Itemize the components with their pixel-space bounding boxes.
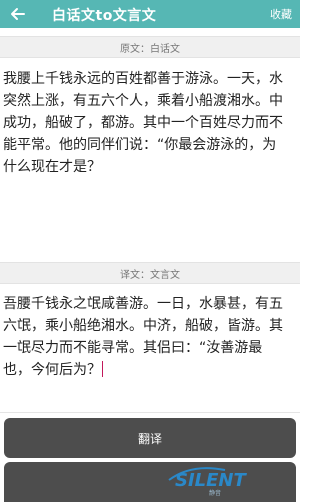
target-text-output[interactable]: 吾腰千钱永之氓咸善游。一日，水暴甚，有五六氓，乘小船绝湘水。中济，船破，皆游。其… (0, 287, 300, 412)
silent-watermark-logo: SILENT 静音 (168, 467, 247, 496)
back-button[interactable] (6, 2, 30, 26)
source-section-header: 原文：白话文 (0, 36, 300, 58)
svg-text:静音: 静音 (209, 489, 221, 496)
text-cursor (102, 361, 103, 377)
back-arrow-icon (11, 8, 25, 20)
page-title: 白话文to文言文 (52, 8, 157, 24)
top-bar: 白话文to文言文 收藏 (0, 0, 300, 28)
source-text-input[interactable]: 我腰上千钱永远的百姓都善于游泳。一天，水突然上涨，有五六个人，乘着小船渡湘水。中… (0, 62, 300, 257)
favorite-button[interactable]: 收藏 (270, 6, 292, 22)
svg-text:SILENT: SILENT (175, 470, 247, 491)
source-text: 我腰上千钱永远的百姓都善于游泳。一天，水突然上涨，有五六个人，乘着小船渡湘水。中… (3, 71, 283, 175)
target-section-header: 译文：文言文 (0, 262, 300, 284)
translate-button[interactable]: 翻译 (4, 418, 296, 458)
divider (0, 412, 300, 413)
target-text: 吾腰千钱永之氓咸善游。一日，水暴甚，有五六氓，乘小船绝湘水。中济，船破，皆游。其… (3, 296, 283, 378)
